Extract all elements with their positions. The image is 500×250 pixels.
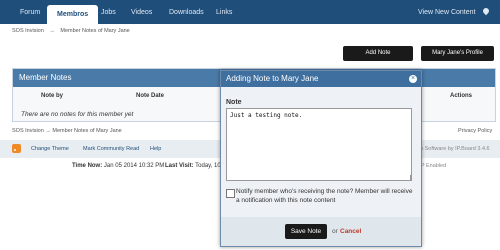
notify-checkbox[interactable] — [226, 189, 235, 198]
close-icon[interactable]: × — [409, 75, 417, 83]
breadcrumb: SOS Invision → Member Notes of Mary Jane — [12, 28, 134, 34]
tab-jobs[interactable]: Jobs — [101, 6, 116, 20]
empty-notes-message: There are no notes for this member yet — [21, 111, 134, 118]
resize-handle-icon[interactable] — [405, 175, 411, 181]
tab-forum[interactable]: Forum — [20, 6, 40, 20]
tab-videos[interactable]: Videos — [131, 6, 152, 20]
footer-breadcrumb: SOS Invision → Member Notes of Mary Jane — [12, 128, 122, 134]
breadcrumb-separator: → — [49, 28, 55, 34]
mark-community-read-link[interactable]: Mark Community Read — [83, 146, 139, 152]
footer-crumb-separator: → — [45, 128, 51, 134]
change-theme-link[interactable]: Change Theme — [31, 146, 69, 152]
tab-membros[interactable]: Membros — [47, 5, 99, 24]
panel-title: Member Notes — [19, 73, 72, 82]
column-actions: Actions — [450, 93, 473, 99]
save-note-button[interactable]: Save Note — [285, 224, 327, 239]
add-note-modal: Adding Note to Mary Jane × Note Just a t… — [220, 70, 422, 247]
top-navigation-bar: Forum Membros Jobs Videos Downloads Link… — [0, 0, 500, 24]
profile-button[interactable]: Mary Jane's Profile — [421, 46, 494, 61]
tab-downloads[interactable]: Downloads — [169, 6, 204, 20]
map-pin-icon[interactable] — [481, 6, 491, 16]
note-textarea[interactable]: Just a testing note. — [226, 108, 412, 181]
or-text: or — [332, 228, 338, 235]
modal-title: Adding Note to Mary Jane — [226, 74, 319, 83]
rss-icon[interactable] — [12, 144, 21, 153]
footer-crumb-current: Member Notes of Mary Jane — [52, 128, 122, 134]
breadcrumb-home-link[interactable]: SOS Invision — [12, 28, 44, 34]
breadcrumb-current: Member Notes of Mary Jane — [60, 28, 130, 34]
privacy-policy-link[interactable]: Privacy Policy — [458, 128, 492, 134]
notify-label: Notify member who's receiving the note? … — [236, 188, 413, 204]
modal-footer: Save Note or Cancel — [221, 217, 421, 246]
last-visit-value: Today, 10 — [195, 163, 221, 169]
note-label: Note — [226, 99, 242, 106]
add-note-button[interactable]: Add Note — [343, 46, 413, 61]
tab-links[interactable]: Links — [216, 6, 232, 20]
modal-header: Adding Note to Mary Jane × — [221, 71, 421, 87]
help-link[interactable]: Help — [150, 146, 161, 152]
footer-crumb-home[interactable]: SOS Invision — [12, 128, 44, 134]
cancel-link[interactable]: Cancel — [340, 228, 361, 235]
last-visit-label: Last Visit: — [165, 163, 194, 169]
view-new-content-link[interactable]: View New Content — [418, 6, 475, 20]
column-note-date: Note Date — [136, 93, 165, 99]
column-note-by: Note by — [41, 93, 64, 99]
time-now-value: Jan 05 2014 10:32 PM — [103, 163, 165, 169]
time-now-label: Time Now: — [72, 163, 103, 169]
last-visit: Last Visit: Today, 10 — [165, 163, 221, 169]
powered-by-text: n Software by IP.Board 3.4.6 — [420, 146, 490, 152]
time-now: Time Now: Jan 05 2014 10:32 PM — [72, 163, 164, 169]
